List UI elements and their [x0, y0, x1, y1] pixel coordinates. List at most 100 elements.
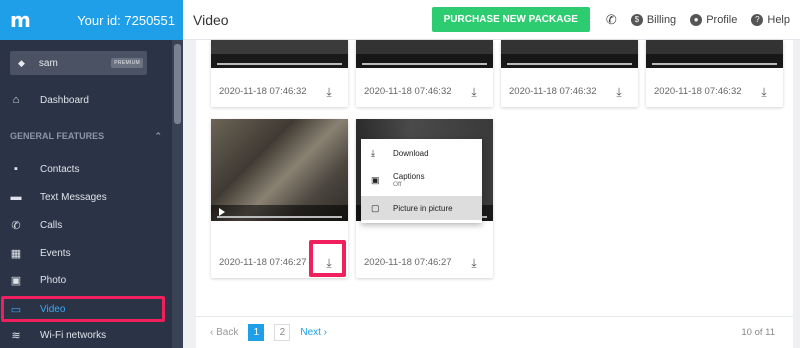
dollar-icon: $	[630, 13, 643, 26]
video-controls[interactable]	[646, 54, 783, 68]
sidebar-scrollbar[interactable]	[172, 40, 183, 348]
sidebar-item-dashboard[interactable]: ⌂ Dashboard	[0, 87, 172, 113]
video-card: 2020-11-18 07:46:32 ⤓	[211, 40, 348, 107]
page-title: Video	[193, 11, 229, 28]
pagination: ‹ Back 1 2 Next › 10 of 11	[196, 316, 793, 348]
contacts-icon: ▪	[14, 163, 18, 175]
profile-label: Profile	[706, 13, 738, 26]
page-1-button[interactable]: 1	[248, 324, 265, 341]
download-icon[interactable]: ⤓	[467, 85, 481, 99]
menu-item-label: Captions	[393, 172, 425, 181]
video-player[interactable]	[501, 40, 638, 68]
sidebar-item-label: Contacts	[40, 163, 80, 175]
profile-link[interactable]: ● Profile	[690, 13, 738, 26]
progress-bar[interactable]	[362, 63, 487, 65]
download-icon[interactable]: ⤓	[322, 85, 336, 99]
progress-bar[interactable]	[507, 63, 632, 65]
video-controls[interactable]	[501, 54, 638, 68]
logo[interactable]: m	[10, 8, 31, 32]
video-timestamp: 2020-11-18 07:46:32	[509, 86, 597, 97]
video-timestamp: 2020-11-18 07:46:27	[219, 257, 307, 268]
sidebar-item-photo[interactable]: ▣ Photo	[0, 267, 172, 293]
video-card: 2020-11-18 07:46:32 ⤓	[646, 40, 783, 107]
sidebar-item-label: Wi-Fi networks	[40, 329, 107, 341]
help-icon: ?	[751, 13, 764, 26]
download-icon: ⤓	[371, 147, 375, 158]
captions-icon: ▣	[371, 174, 380, 185]
back-label: Back	[216, 327, 239, 338]
download-highlight-box	[309, 240, 346, 277]
video-player[interactable]	[646, 40, 783, 68]
sidebar-item-calls[interactable]: ✆ Calls	[0, 212, 172, 238]
video-controls[interactable]	[356, 54, 493, 68]
sidebar-item-text-messages[interactable]: ▬ Text Messages	[0, 184, 172, 210]
page-2-button[interactable]: 2	[274, 324, 291, 341]
menu-item-label: Picture in picture	[393, 203, 453, 213]
chevron-up-icon: ⌃	[154, 131, 162, 141]
help-label: Help	[767, 13, 790, 26]
sidebar-item-wifi[interactable]: ≋ Wi-Fi networks	[0, 322, 172, 348]
progress-bar[interactable]	[217, 216, 342, 218]
menu-item-captions[interactable]: ▣ Captions Off	[361, 168, 482, 192]
video-card: 2020-11-18 07:46:32 ⤓	[356, 40, 493, 107]
top-bar: m Your id: 7250551 Video PURCHASE NEW PA…	[0, 0, 800, 40]
video-player[interactable]	[356, 40, 493, 68]
scrollbar-thumb[interactable]	[174, 44, 181, 124]
device-name: sam	[38, 57, 58, 69]
video-context-menu: ⤓ Download ▣ Captions Off ▢ Picture in pi…	[361, 139, 482, 223]
wifi-icon: ≋	[11, 329, 21, 342]
video-highlight-box	[1, 296, 165, 322]
user-icon: ●	[690, 13, 703, 26]
video-card: 2020-11-18 07:46:32 ⤓	[501, 40, 638, 107]
sidebar-item-label: Calls	[40, 219, 63, 231]
progress-bar[interactable]	[652, 63, 777, 65]
menu-item-picture-in-picture[interactable]: ▢ Picture in picture	[361, 196, 482, 220]
sidebar-item-label: Events	[40, 247, 71, 259]
messages-icon: ▬	[10, 191, 22, 203]
captions-state: Off	[393, 181, 402, 188]
purchase-button[interactable]: PURCHASE NEW PACKAGE	[431, 7, 590, 32]
section-general-features[interactable]: GENERAL FEATURES ⌃	[10, 131, 162, 142]
progress-bar[interactable]	[217, 63, 342, 65]
premium-badge: PREMIUM	[111, 58, 143, 68]
video-timestamp: 2020-11-18 07:46:32	[219, 86, 307, 97]
sidebar-item-label: Dashboard	[40, 94, 89, 106]
home-icon: ⌂	[12, 94, 20, 106]
android-icon: ◆	[18, 57, 25, 68]
page-header: Video PURCHASE NEW PACKAGE ✆ $ Billing ● P…	[183, 0, 800, 40]
video-timestamp: 2020-11-18 07:46:32	[364, 86, 452, 97]
phone-icon[interactable]: ✆	[606, 12, 617, 28]
sidebar-item-label: Photo	[40, 274, 67, 286]
help-link[interactable]: ? Help	[751, 13, 790, 26]
download-icon[interactable]: ⤓	[467, 256, 481, 270]
picture-in-picture-icon: ▢	[371, 202, 380, 213]
video-controls[interactable]	[211, 205, 348, 221]
video-player[interactable]	[211, 119, 348, 221]
video-timestamp: 2020-11-18 07:46:32	[654, 86, 742, 97]
billing-label: Billing	[646, 13, 677, 26]
next-button[interactable]: Next ›	[300, 327, 327, 338]
billing-link[interactable]: $ Billing	[630, 13, 677, 26]
play-icon[interactable]	[219, 208, 225, 216]
menu-item-label: Download	[393, 148, 429, 158]
next-label: Next	[300, 327, 321, 338]
back-button[interactable]: ‹ Back	[210, 327, 238, 338]
video-controls[interactable]	[211, 54, 348, 68]
sidebar-item-events[interactable]: ▦ Events	[0, 240, 172, 266]
download-icon[interactable]: ⤓	[612, 85, 626, 99]
download-icon[interactable]: ⤓	[757, 85, 771, 99]
sidebar-item-contacts[interactable]: ▪ Contacts	[0, 156, 172, 182]
sidebar-item-label: Text Messages	[40, 191, 107, 203]
section-label: GENERAL FEATURES	[10, 131, 105, 141]
video-timestamp: 2020-11-18 07:46:27	[364, 257, 452, 268]
menu-item-download[interactable]: ⤓ Download	[361, 144, 482, 162]
calendar-icon: ▦	[10, 247, 22, 260]
user-id: Your id: 7250551	[77, 12, 175, 28]
phone-icon: ✆	[11, 219, 21, 232]
sidebar: ◆ sam PREMIUM ⌂ Dashboard GENERAL FEATUR…	[0, 40, 183, 348]
item-count: 10 of 11	[741, 327, 775, 338]
video-player[interactable]	[211, 40, 348, 68]
photo-icon: ▣	[10, 274, 22, 287]
brand-area: m Your id: 7250551	[0, 0, 183, 40]
device-selector[interactable]: ◆ sam PREMIUM	[10, 51, 147, 75]
